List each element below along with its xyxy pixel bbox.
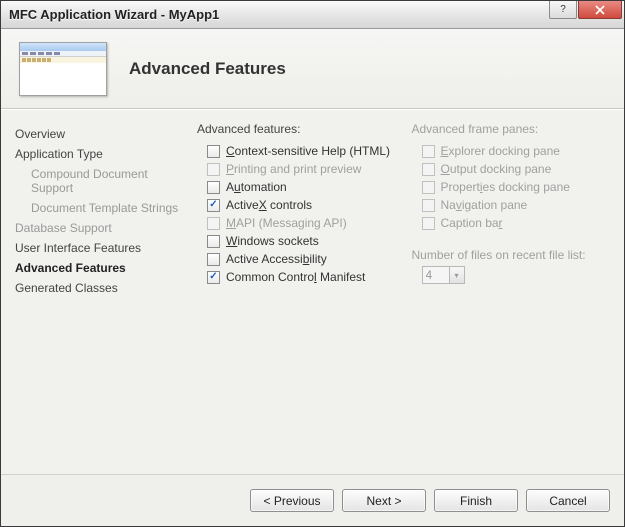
chk-label: Automation: [226, 180, 287, 194]
frame-panes-col: Advanced frame panes: Explorer docking p…: [412, 122, 617, 474]
preview-thumbnail: [19, 42, 107, 96]
checkbox-icon[interactable]: [207, 253, 220, 266]
chk-label: Navigation pane: [441, 198, 528, 212]
recent-files-input: [422, 266, 450, 284]
checkbox-icon: [422, 199, 435, 212]
chk-label: Windows sockets: [226, 234, 319, 248]
recent-files-label: Number of files on recent file list:: [412, 248, 617, 262]
chk-label: Active Accessibility: [226, 252, 327, 266]
nav-overview[interactable]: Overview: [13, 124, 187, 144]
chk-label: Common Control Manifest: [226, 270, 365, 284]
checkbox-icon: [207, 163, 220, 176]
nav-sub-group: Compound Document Support Document Templ…: [13, 164, 187, 218]
nav-document-template-strings: Document Template Strings: [29, 198, 187, 218]
help-button[interactable]: ?: [549, 1, 577, 19]
nav-generated-classes[interactable]: Generated Classes: [13, 278, 187, 298]
window-buttons: ?: [548, 1, 624, 28]
wizard-window: MFC Application Wizard - MyApp1 ? Advanc…: [0, 0, 625, 527]
chk-windows-sockets[interactable]: Windows sockets: [197, 232, 402, 250]
nav-advanced-features[interactable]: Advanced Features: [13, 258, 187, 278]
chk-label: Caption bar: [441, 216, 503, 230]
chk-label: Explorer docking pane: [441, 144, 560, 158]
checkbox-icon[interactable]: [207, 145, 220, 158]
advanced-features-col: Advanced features: Context-sensitive Hel…: [197, 122, 402, 474]
footer: < Previous Next > Finish Cancel: [1, 474, 624, 526]
finish-button[interactable]: Finish: [434, 489, 518, 512]
frame-panes-heading: Advanced frame panes:: [412, 122, 617, 136]
content: Advanced features: Context-sensitive Hel…: [193, 110, 624, 474]
nav-compound-document-support: Compound Document Support: [29, 164, 187, 198]
chk-label: Properties docking pane: [441, 180, 570, 194]
close-icon: [595, 5, 605, 15]
chk-explorer-docking-pane: Explorer docking pane: [412, 142, 617, 160]
chk-active-accessibility[interactable]: Active Accessibility: [197, 250, 402, 268]
nav-user-interface-features[interactable]: User Interface Features: [13, 238, 187, 258]
chk-output-docking-pane: Output docking pane: [412, 160, 617, 178]
chk-label: MAPI (Messaging API): [226, 216, 347, 230]
chk-common-control-manifest[interactable]: Common Control Manifest: [197, 268, 402, 286]
chk-properties-docking-pane: Properties docking pane: [412, 178, 617, 196]
next-button[interactable]: Next >: [342, 489, 426, 512]
chk-navigation-pane: Navigation pane: [412, 196, 617, 214]
chk-automation[interactable]: Automation: [197, 178, 402, 196]
chk-label: Context-sensitive Help (HTML): [226, 144, 390, 158]
chk-activex-controls[interactable]: ActiveX controls: [197, 196, 402, 214]
nav-database-support: Database Support: [13, 218, 187, 238]
window-title: MFC Application Wizard - MyApp1: [9, 7, 548, 22]
close-button[interactable]: [578, 1, 622, 19]
page-title: Advanced Features: [129, 59, 286, 79]
recent-files-spinner: ▾: [422, 266, 465, 284]
checkbox-icon: [422, 181, 435, 194]
titlebar[interactable]: MFC Application Wizard - MyApp1 ?: [1, 1, 624, 29]
checkbox-icon[interactable]: [207, 271, 220, 284]
chk-label: Output docking pane: [441, 162, 552, 176]
chk-label: Printing and print preview: [226, 162, 361, 176]
header: Advanced Features: [1, 29, 624, 109]
chk-caption-bar: Caption bar: [412, 214, 617, 232]
chevron-down-icon: ▾: [450, 266, 465, 284]
nav: Overview Application Type Compound Docum…: [1, 110, 193, 474]
checkbox-icon[interactable]: [207, 181, 220, 194]
cancel-button[interactable]: Cancel: [526, 489, 610, 512]
advanced-features-heading: Advanced features:: [197, 122, 402, 136]
body: Overview Application Type Compound Docum…: [1, 109, 624, 474]
checkbox-icon[interactable]: [207, 199, 220, 212]
checkbox-icon[interactable]: [207, 235, 220, 248]
nav-application-type[interactable]: Application Type: [13, 144, 187, 164]
checkbox-icon: [422, 217, 435, 230]
previous-button[interactable]: < Previous: [250, 489, 334, 512]
chk-context-sensitive-help[interactable]: Context-sensitive Help (HTML): [197, 142, 402, 160]
checkbox-icon: [422, 163, 435, 176]
checkbox-icon: [207, 217, 220, 230]
checkbox-icon: [422, 145, 435, 158]
chk-printing-preview: Printing and print preview: [197, 160, 402, 178]
chk-label: ActiveX controls: [226, 198, 312, 212]
chk-mapi: MAPI (Messaging API): [197, 214, 402, 232]
